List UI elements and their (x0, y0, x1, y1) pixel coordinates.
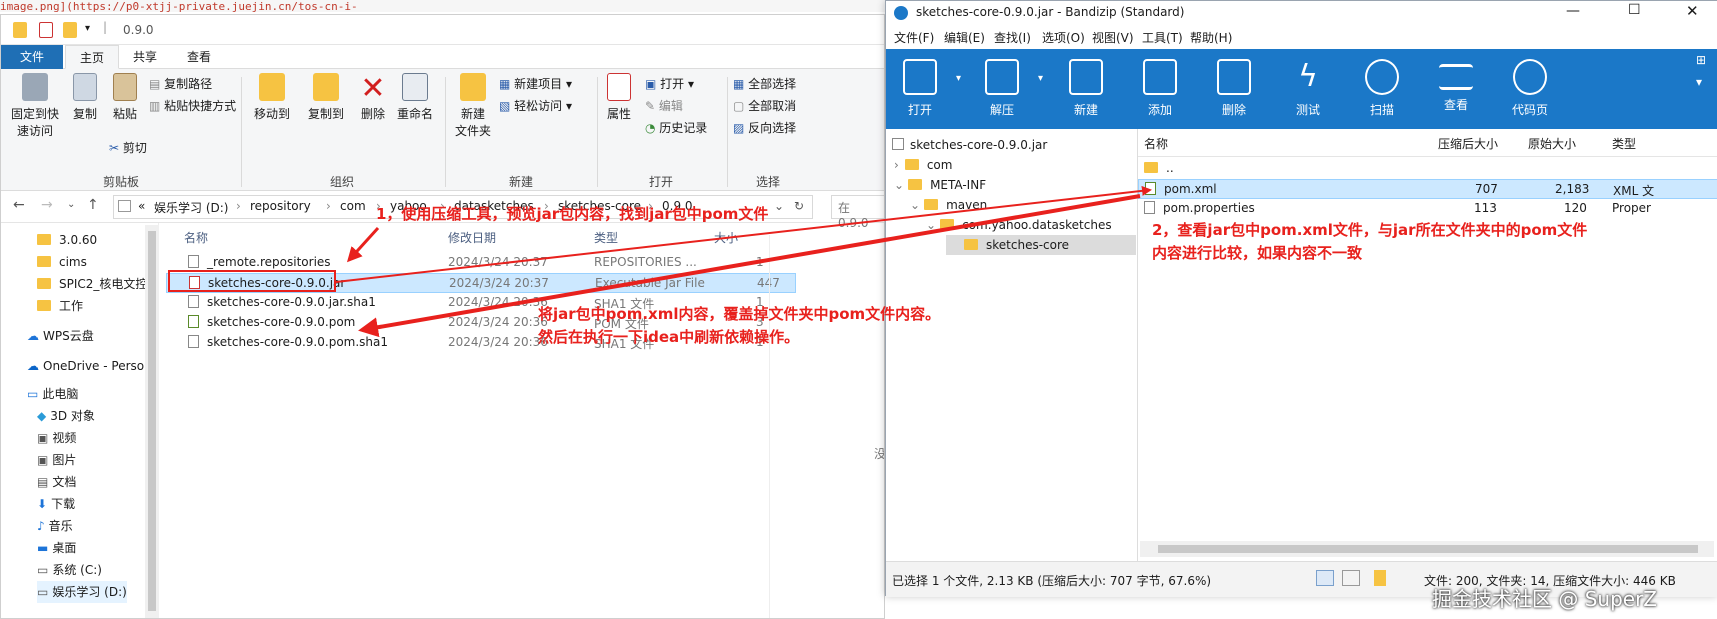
annotation-step2-line2: 内容进行比较，如果内容不一致 (1152, 244, 1363, 262)
annotation-step3-line1: 将jar包中pom.xml内容，覆盖掉文件夹中pom文件内容。 (538, 305, 941, 323)
annotation-step3-line2: 然后在执行一下idea中刷新依赖操作。 (538, 328, 800, 346)
annotation-step2-line1: 2，查看jar包中pom.xml文件，与jar所在文件夹中的pom文件 (1152, 221, 1588, 239)
arrow-step1 (346, 226, 380, 263)
annotation-step1: 1，使用压缩工具，预览jar包内容，找到jar包中pom文件 (376, 205, 769, 223)
watermark: 掘金技术社区 @ SuperZ (1432, 587, 1658, 611)
